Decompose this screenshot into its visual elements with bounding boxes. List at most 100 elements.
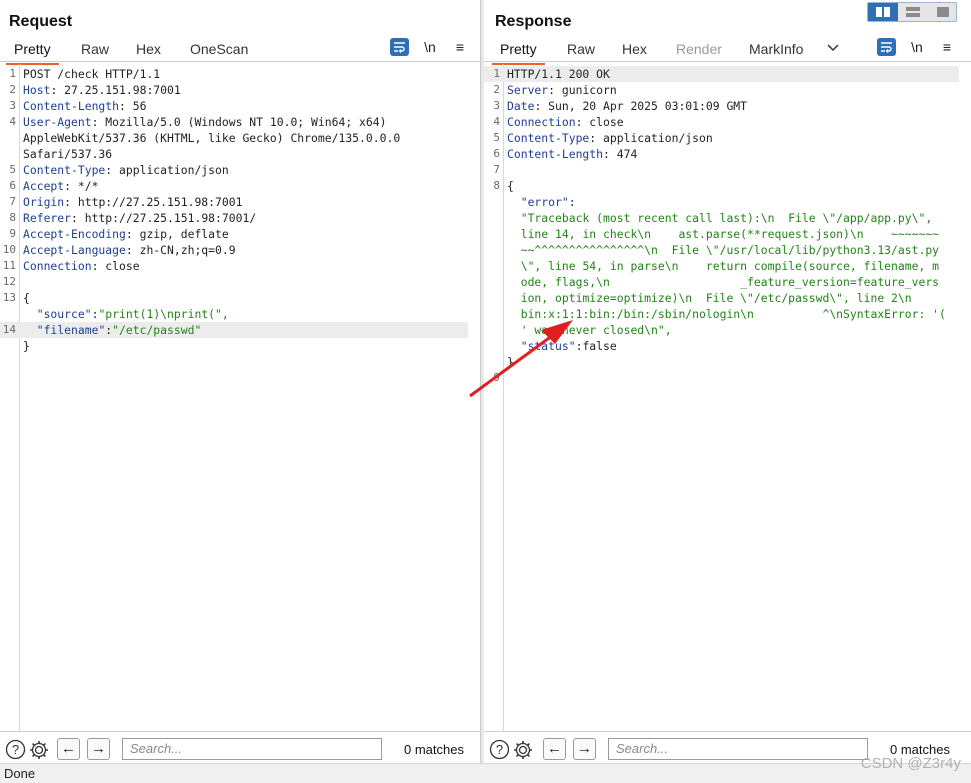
header-name: Date — [507, 99, 535, 113]
line-number: 1 — [9, 67, 16, 80]
previous-match-button[interactable]: ← — [57, 738, 80, 760]
code-line: 2 Server: gunicorn — [484, 82, 959, 98]
request-search-bar: ? ← → Search... 0 matches — [0, 731, 480, 763]
header-name: Accept-Language — [23, 243, 126, 257]
request-search-input[interactable]: Search... — [122, 738, 382, 760]
status-text: Done — [4, 766, 36, 781]
code-text: AppleWebKit/537.36 (KHTML, like Gecko) C… — [23, 131, 401, 145]
header-name: Connection — [507, 115, 576, 129]
code-line: 13 { — [0, 290, 468, 306]
response-panel: Response Pretty Raw Hex Render MarkInfo … — [484, 0, 971, 783]
line-code: Host: 27.25.151.98:7001 — [23, 82, 181, 98]
code-line: AppleWebKit/537.36 (KHTML, like Gecko) C… — [0, 130, 468, 146]
code-line: bin:x:1:1:bin:/bin:/sbin/nologin\n ^\nSy… — [484, 306, 959, 322]
line-code: { — [23, 290, 30, 306]
line-code: Accept: */* — [23, 178, 98, 194]
show-newlines-icon[interactable]: \n — [907, 37, 927, 57]
request-panel: Request Pretty Raw Hex OneScan \n ≡ 1 POS… — [0, 0, 481, 783]
word-wrap-icon[interactable] — [877, 38, 896, 56]
previous-match-button[interactable]: ← — [543, 738, 566, 760]
line-number: 6 — [493, 147, 500, 160]
tab-hex[interactable]: Hex — [622, 41, 647, 57]
json-key: "error" — [520, 195, 569, 209]
code-line: 9 Accept-Encoding: gzip, deflate — [0, 226, 468, 242]
code-text: : 56 — [119, 99, 147, 113]
request-editor[interactable]: 1 POST /check HTTP/1.1 2 Host: 27.25.151.98… — [0, 64, 480, 731]
single-pane-icon[interactable] — [928, 3, 958, 21]
tab-hex[interactable]: Hex — [136, 41, 161, 57]
help-icon[interactable]: ? — [489, 739, 510, 760]
line-code: HTTP/1.1 200 OK — [507, 66, 610, 82]
next-match-button[interactable]: → — [573, 738, 596, 760]
json-string: \", line 54, in parse\n return compile(s… — [520, 259, 940, 273]
line-code: "error": — [507, 194, 576, 210]
split-vertical-icon[interactable] — [898, 3, 928, 21]
code-text: : http://27.25.151.98:7001/ — [71, 211, 257, 225]
menu-icon[interactable]: ≡ — [450, 37, 470, 57]
line-number: 8 — [493, 179, 500, 192]
settings-gear-icon[interactable] — [512, 739, 532, 759]
line-code: "Traceback (most recent call last):\n Fi… — [507, 210, 932, 226]
code-line: 12 — [0, 274, 468, 290]
line-code: POST /check HTTP/1.1 — [23, 66, 160, 82]
line-number: 4 — [493, 115, 500, 128]
code-line: 6 Accept: */* — [0, 178, 468, 194]
settings-gear-icon[interactable] — [28, 739, 48, 759]
line-number: 1 — [493, 67, 500, 80]
code-line: 4 User-Agent: Mozilla/5.0 (Windows NT 10.… — [0, 114, 468, 130]
menu-icon[interactable]: ≡ — [937, 37, 957, 57]
line-code: Connection: close — [23, 258, 140, 274]
code-text: : application/json — [105, 163, 229, 177]
line-number: 10 — [2, 243, 16, 256]
code-text: : gunicorn — [548, 83, 617, 97]
code-line: "status":false — [484, 338, 959, 354]
tab-pretty[interactable]: Pretty — [6, 41, 59, 65]
line-code: Connection: close — [507, 114, 624, 130]
json-string: ~~^^^^^^^^^^^^^^^^\n File \"/usr/local/l… — [520, 243, 940, 257]
code-line: 11 Connection: close — [0, 258, 468, 274]
code-line: } — [0, 338, 468, 354]
show-newlines-icon[interactable]: \n — [420, 37, 440, 57]
line-number: 5 — [9, 163, 16, 176]
tab-raw[interactable]: Raw — [567, 41, 595, 57]
help-icon[interactable]: ? — [5, 739, 26, 760]
code-text: : */* — [64, 179, 99, 193]
line-code: } — [23, 338, 30, 354]
code-line: 2 Host: 27.25.151.98:7001 — [0, 82, 468, 98]
word-wrap-icon[interactable] — [390, 38, 409, 56]
line-number: 7 — [9, 195, 16, 208]
header-name: Content-Length — [507, 147, 604, 161]
tab-markinfo[interactable]: MarkInfo — [749, 41, 803, 57]
tab-pretty[interactable]: Pretty — [492, 41, 545, 65]
line-code: ~~^^^^^^^^^^^^^^^^\n File \"/usr/local/l… — [507, 242, 939, 258]
tab-render[interactable]: Render — [676, 41, 722, 57]
line-number: 2 — [9, 83, 16, 96]
line-number: 4 — [9, 115, 16, 128]
code-text: } — [507, 355, 514, 369]
chevron-down-icon[interactable] — [826, 40, 840, 57]
response-editor[interactable]: 1 HTTP/1.1 200 OK 2 Server: gunicorn 3 Date: … — [484, 64, 971, 731]
code-line: 3 Date: Sun, 20 Apr 2025 03:01:09 GMT — [484, 98, 959, 114]
response-search-input[interactable]: Search... — [608, 738, 868, 760]
line-number: 8 — [9, 211, 16, 224]
tab-raw[interactable]: Raw — [81, 41, 109, 57]
line-code: AppleWebKit/537.36 (KHTML, like Gecko) C… — [23, 130, 400, 146]
code-line: 4 Connection: close — [484, 114, 959, 130]
line-number: 3 — [493, 99, 500, 112]
line-code: Content-Length: 474 — [507, 146, 637, 162]
next-match-button[interactable]: → — [87, 738, 110, 760]
code-line: 3 Content-Length: 56 — [0, 98, 468, 114]
line-code: Content-Type: application/json — [23, 162, 229, 178]
split-horizontal-icon[interactable] — [868, 3, 898, 21]
code-line: 7 Origin: http://27.25.151.98:7001 — [0, 194, 468, 210]
line-code: { — [507, 178, 514, 194]
tab-onescan[interactable]: OneScan — [190, 41, 248, 57]
code-text: : close — [575, 115, 624, 129]
line-code: Date: Sun, 20 Apr 2025 03:01:09 GMT — [507, 98, 747, 114]
